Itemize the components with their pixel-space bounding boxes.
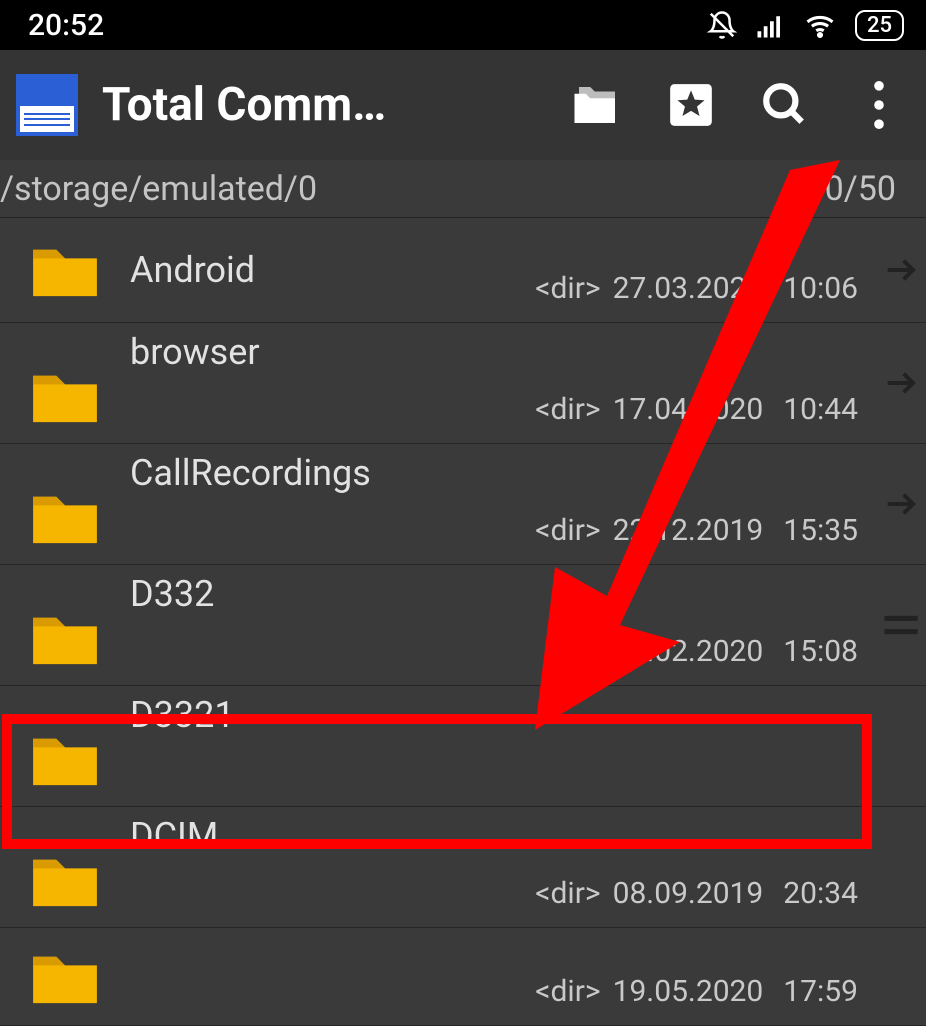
drag-handle-icon[interactable] (876, 565, 926, 685)
drag-handle-icon[interactable] (876, 807, 926, 927)
battery-icon: 25 (855, 10, 904, 41)
expand-arrow-icon[interactable] (876, 323, 926, 443)
wifi-icon (803, 10, 837, 40)
folder-icon (28, 488, 102, 546)
mute-icon (707, 10, 737, 40)
folder-icon (28, 948, 102, 1006)
file-row[interactable]: D332 > 24.02.2020 15:08 (0, 565, 926, 686)
status-bar: 20:52 25 (0, 0, 926, 50)
folder-icon (28, 851, 102, 909)
file-row[interactable]: browser <dir> 17.04.2020 10:44 (0, 323, 926, 444)
app-title: Total Comm… (94, 78, 546, 132)
folders-button[interactable] (562, 70, 632, 140)
current-path: /storage/emulated/0 (0, 169, 317, 209)
signal-icon (755, 10, 785, 40)
expand-arrow-icon[interactable] (876, 218, 926, 322)
app-floppy-icon (16, 74, 78, 136)
folder-icon (28, 730, 102, 788)
folder-icon (28, 367, 102, 425)
file-row[interactable]: D3321 (0, 686, 926, 807)
file-row[interactable]: DCIM <dir> 08.09.2019 20:34 (0, 807, 926, 928)
app-header: Total Comm… (0, 50, 926, 160)
folder-name: CallRecordings (130, 452, 496, 494)
selection-counter: 0/50 (825, 169, 896, 209)
drag-handle-icon[interactable] (876, 686, 926, 806)
status-icons: 25 (707, 10, 904, 41)
overflow-menu-button[interactable] (844, 70, 914, 140)
header-actions (562, 70, 920, 140)
search-button[interactable] (750, 70, 820, 140)
folder-name: D3321 (130, 694, 496, 736)
folder-name: browser (130, 331, 496, 373)
expand-arrow-icon[interactable] (876, 444, 926, 564)
status-time: 20:52 (28, 8, 104, 43)
bookmark-button[interactable] (656, 70, 726, 140)
folder-name: Android (130, 249, 496, 291)
folder-meta: <dir> 17.04.2020 10:44 (496, 323, 876, 443)
folder-meta: > 24.02.2020 15:08 (496, 565, 876, 685)
folder-meta: <dir> 22.12.2019 15:35 (496, 444, 876, 564)
file-list: Android <dir> 27.03.2020 10:06 browser <… (0, 218, 926, 1026)
file-row[interactable]: CallRecordings <dir> 22.12.2019 15:35 (0, 444, 926, 565)
folder-meta (496, 686, 876, 806)
folder-meta: <dir> 19.05.2020 17:59 (496, 928, 876, 1025)
folder-icon (28, 241, 102, 299)
file-row[interactable]: <dir> 19.05.2020 17:59 (0, 928, 926, 1026)
file-row[interactable]: Android <dir> 27.03.2020 10:06 (0, 218, 926, 323)
folder-name: DCIM (130, 815, 496, 857)
drag-handle-icon[interactable] (876, 928, 926, 1025)
folder-name: D332 (130, 573, 496, 615)
folder-meta: <dir> 08.09.2019 20:34 (496, 807, 876, 927)
folder-icon (28, 609, 102, 667)
folder-meta: <dir> 27.03.2020 10:06 (496, 218, 876, 322)
path-bar[interactable]: /storage/emulated/0 0/50 (0, 160, 926, 218)
